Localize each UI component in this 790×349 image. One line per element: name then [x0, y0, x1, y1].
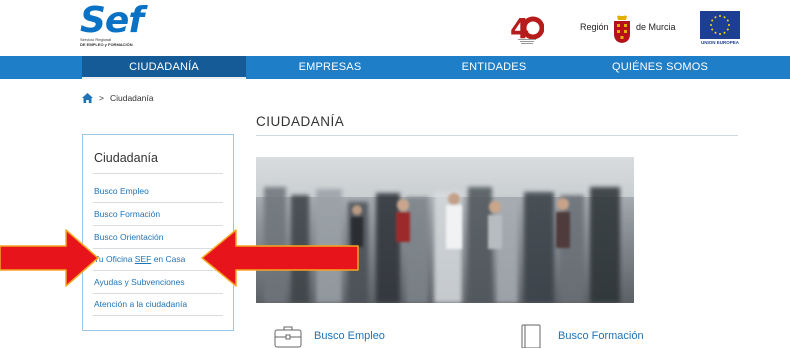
card-label: Busco Formación [558, 329, 644, 342]
eu-stars-icon [710, 15, 730, 35]
card-label: Busco Empleo [314, 329, 385, 342]
breadcrumb: > Ciudadanía [82, 92, 153, 104]
briefcase-icon [274, 326, 302, 347]
svg-text:4: 4 [510, 12, 529, 45]
sidebar-item-busco-empleo[interactable]: Busco Empleo [94, 186, 149, 196]
sidebar-divider [93, 293, 223, 294]
region-label: Región [580, 22, 609, 32]
logo-wordmark: Sef [80, 0, 144, 41]
sidebar-item-busco-orientacion[interactable]: Busco Orientación [94, 232, 163, 242]
eu-label: UNION EUROPEA [700, 40, 739, 45]
red-arrow-left-icon [201, 229, 359, 287]
sidebar-item-busco-formacion[interactable]: Busco Formación [94, 209, 160, 219]
region-murcia-logo[interactable]: Región de Murcia [580, 14, 690, 44]
sidebar-title: Ciudadanía [94, 151, 158, 165]
main-nav: CIUDADANÍA EMPRESAS ENTIDADES QUIÉNES SO… [0, 56, 790, 79]
region-name: de Murcia [636, 22, 676, 32]
site-header: Sef Servicio Regional DE EMPLEO y FORMAC… [0, 0, 790, 56]
page-title: CIUDADANÍA [256, 114, 345, 129]
sidebar-item-label-post: en Casa [151, 254, 186, 264]
logo-subtitle-line2: DE EMPLEO y FORMACIÓN [80, 41, 133, 47]
sidebar-item-label-sef: SEF [134, 254, 152, 264]
sidebar-divider [93, 315, 223, 316]
sidebar-item-atencion[interactable]: Atención a la ciudadanía [94, 299, 187, 309]
sidebar-item-oficina-sef-en-casa[interactable]: Tu Oficina SEF en Casa [94, 254, 185, 264]
red-arrow-right-icon [0, 229, 99, 287]
nav-item-quienes-somos[interactable]: QUIÉNES SOMOS [578, 56, 742, 79]
breadcrumb-current: Ciudadanía [109, 93, 154, 103]
nav-item-ciudadania[interactable]: CIUDADANÍA [82, 56, 246, 79]
sidebar-divider [93, 202, 223, 203]
title-divider [256, 135, 738, 136]
sidebar-item-ayudas[interactable]: Ayudas y Subvenciones [94, 277, 185, 287]
page: Sef Servicio Regional DE EMPLEO y FORMAC… [0, 0, 790, 349]
anniversary-40-logo: 4 [510, 12, 544, 45]
nav-item-entidades[interactable]: ENTIDADES [412, 56, 576, 79]
card-busco-formacion[interactable]: Busco Formación [518, 322, 644, 349]
eu-logo: UNION EUROPEA [697, 11, 743, 47]
sidebar-item-label-pre: Tu Oficina [94, 254, 135, 264]
sidebar-divider [93, 225, 223, 226]
breadcrumb-separator: > [99, 93, 104, 103]
home-icon[interactable] [82, 93, 93, 103]
eu-flag-icon [700, 11, 740, 39]
logo-subtitle: Servicio Regional DE EMPLEO y FORMACIÓN [80, 37, 160, 47]
book-icon [521, 324, 541, 348]
nav-item-empresas[interactable]: EMPRESAS [248, 56, 412, 79]
sidebar-title-divider [93, 173, 223, 174]
card-busco-empleo[interactable]: Busco Empleo [274, 322, 385, 349]
sef-logo[interactable]: Sef Servicio Regional DE EMPLEO y FORMAC… [80, 0, 160, 50]
murcia-shield-icon [614, 15, 630, 43]
